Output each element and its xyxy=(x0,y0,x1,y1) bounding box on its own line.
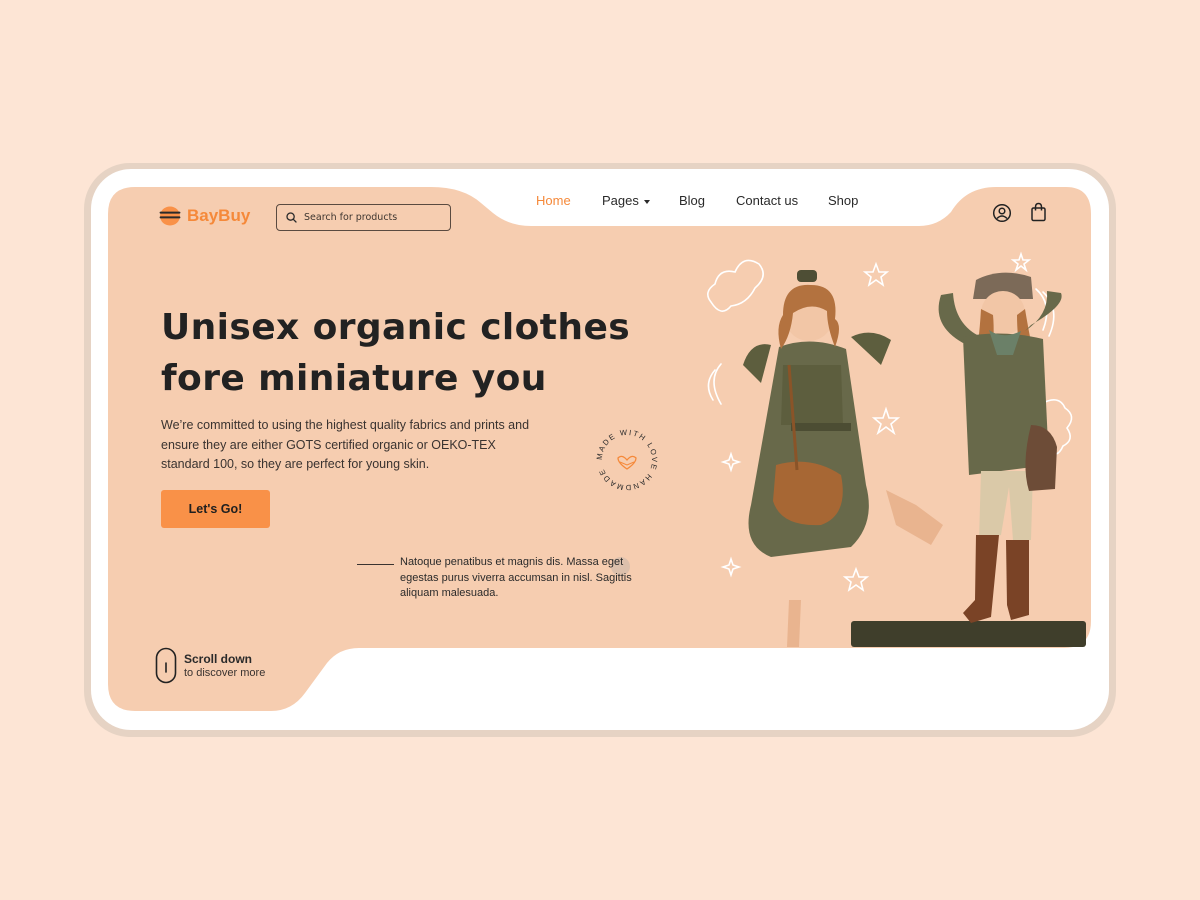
scroll-down-subtitle: to discover more xyxy=(184,667,266,679)
handmade-badge: MADE WITH LOVE HANDMADE xyxy=(595,428,658,492)
wooden-crate xyxy=(851,621,1086,647)
nav-pages[interactable]: Pages xyxy=(602,193,650,208)
nav-contact[interactable]: Contact us xyxy=(736,193,798,208)
hero-note: Natoque penatibus et magnis dis. Massa e… xyxy=(400,556,632,599)
hero-title-line2: fore miniature you xyxy=(161,358,547,399)
note-divider xyxy=(357,564,394,565)
shopping-bag-icon[interactable] xyxy=(1030,202,1047,222)
scroll-down-title: Scroll down xyxy=(184,652,253,666)
user-icon[interactable] xyxy=(992,203,1012,223)
lets-go-button[interactable]: Let's Go! xyxy=(161,490,270,528)
chevron-down-icon xyxy=(643,199,650,204)
nav-home[interactable]: Home xyxy=(536,193,571,208)
hero-title-line1: Unisex organic clothes xyxy=(161,307,631,348)
mouse-icon[interactable] xyxy=(155,647,177,685)
heart-hands-icon xyxy=(617,455,637,470)
main-nav: Home Pages Blog Contact us Shop xyxy=(91,193,1109,213)
hero-description: We’re committed to using the highest qua… xyxy=(161,418,530,471)
girl-left xyxy=(743,270,943,647)
nav-shop[interactable]: Shop xyxy=(828,193,858,208)
kids-photo xyxy=(743,270,1086,647)
device-frame: BayBuy Search for products Home Pages Bl… xyxy=(91,169,1109,730)
hero-title: Unisex organic clothes fore miniature yo… xyxy=(161,302,630,404)
nav-blog[interactable]: Blog xyxy=(679,193,705,208)
search-icon xyxy=(286,212,297,223)
search-input[interactable]: Search for products xyxy=(304,212,397,223)
girl-right xyxy=(938,272,1062,623)
nav-pages-label: Pages xyxy=(602,193,639,208)
